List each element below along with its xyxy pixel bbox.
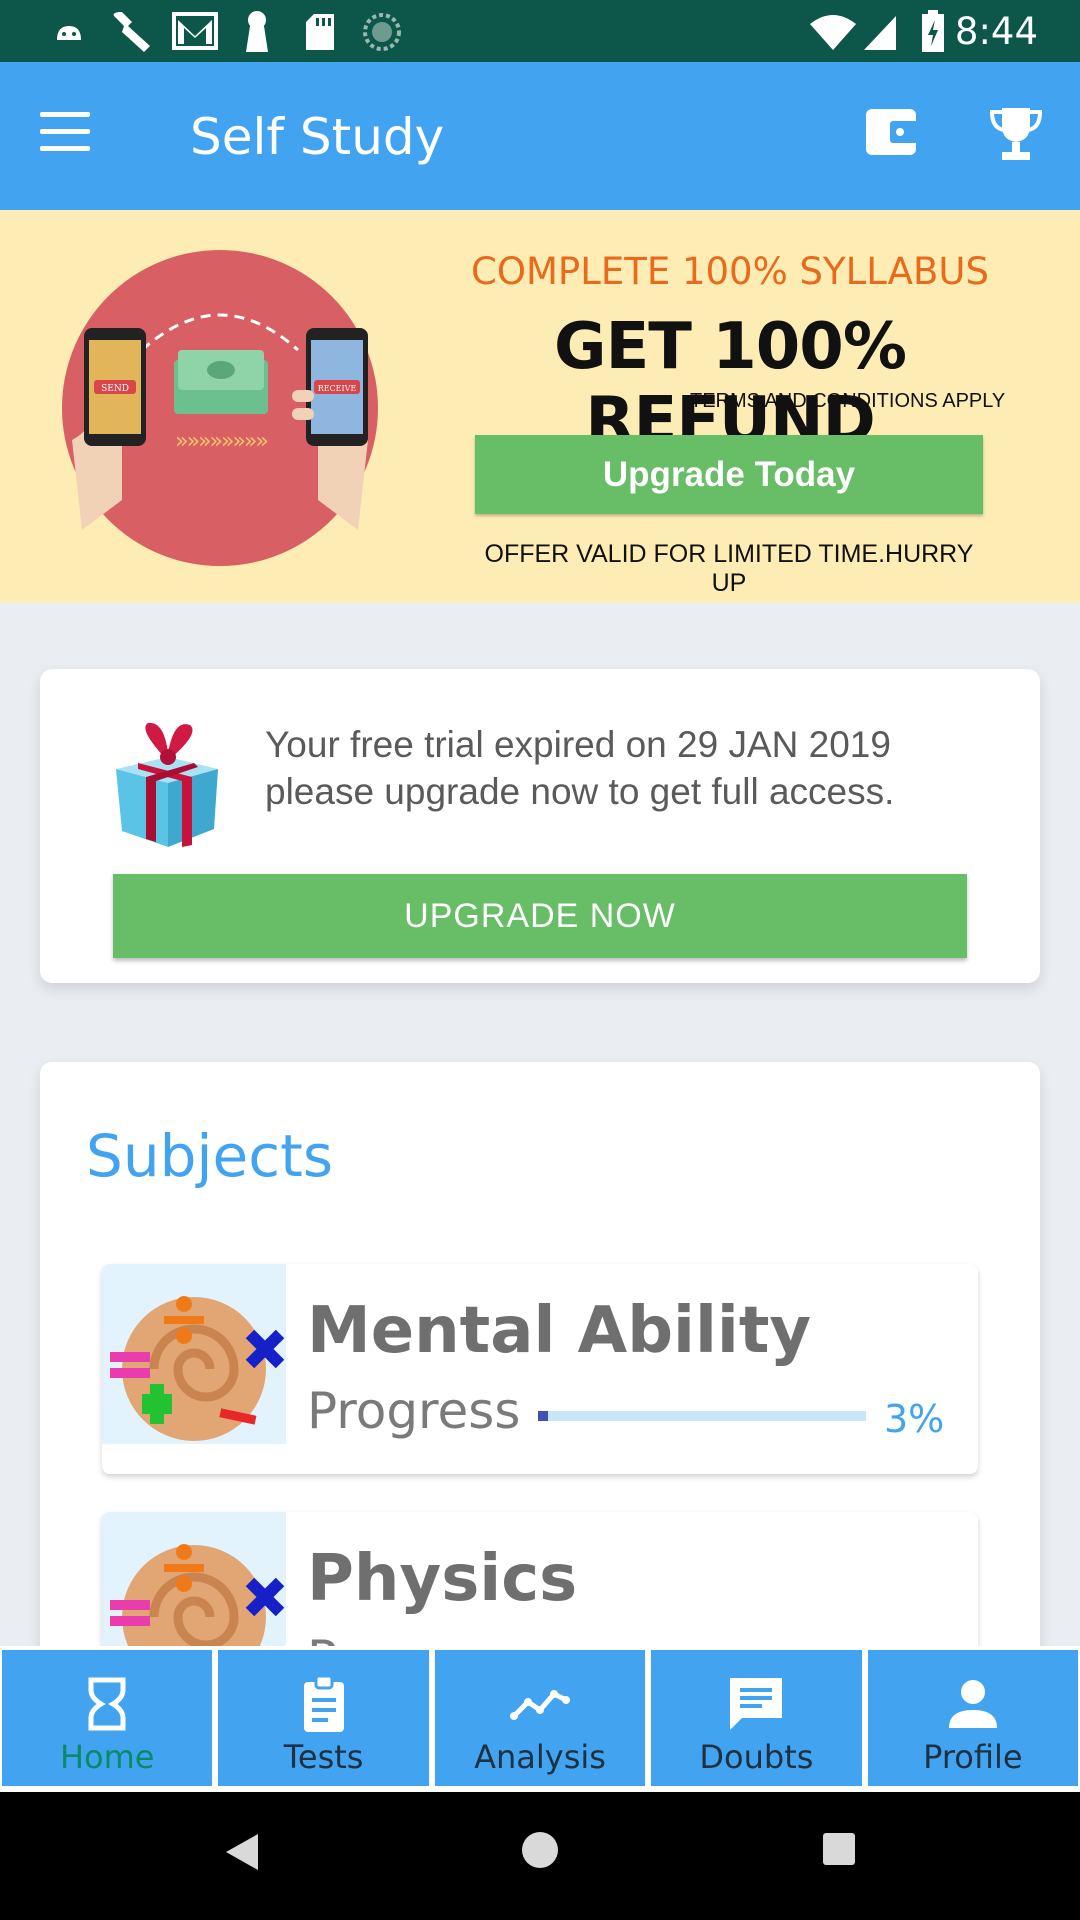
money-transfer-illustration: SEND RECEIVE »»»»»»»» xyxy=(62,250,378,566)
progress-bar xyxy=(538,1411,866,1421)
back-icon[interactable] xyxy=(224,1832,260,1872)
tab-label: Doubts xyxy=(699,1738,814,1776)
recents-icon[interactable] xyxy=(822,1832,856,1866)
gmail-icon xyxy=(172,12,218,50)
send-label: SEND xyxy=(101,384,129,394)
terms-text: TERMS AND CONDITIONS APPLY xyxy=(690,390,1006,412)
wallet-icon[interactable] xyxy=(864,107,918,157)
status-bar: 8:44 xyxy=(0,0,1080,62)
promo-banner[interactable]: SEND RECEIVE »»»»»»»» COMPLETE 100% SYLL… xyxy=(0,210,1080,603)
progress-bar-fill xyxy=(538,1411,548,1421)
tab-analysis[interactable]: Analysis xyxy=(434,1650,646,1786)
subject-name: Mental Ability xyxy=(307,1294,812,1368)
status-time: 8:44 xyxy=(954,10,1038,53)
tab-label: Profile xyxy=(923,1738,1023,1776)
tab-label: Home xyxy=(59,1738,155,1776)
sync-icon xyxy=(363,13,401,51)
math-symbols-icon xyxy=(102,1264,286,1474)
sd-card-icon xyxy=(306,14,334,50)
battery-charging-icon xyxy=(922,10,944,52)
system-navigation-bar xyxy=(0,1792,1080,1920)
tab-label: Tests xyxy=(283,1738,364,1776)
chat-icon xyxy=(730,1678,783,1730)
upgrade-today-button[interactable]: Upgrade Today xyxy=(475,435,983,514)
trial-message: Your free trial expired on 29 JAN 2019 p… xyxy=(265,724,895,812)
wifi-icon xyxy=(810,15,856,50)
upgrade-now-button[interactable]: UPGRADE NOW xyxy=(113,874,967,958)
home-icon[interactable] xyxy=(520,1830,560,1870)
trophy-icon[interactable] xyxy=(990,106,1042,162)
wrench-icon xyxy=(113,12,150,52)
keyhole-icon xyxy=(246,11,268,52)
progress-percent: 3% xyxy=(884,1397,945,1441)
tab-doubts[interactable]: Doubts xyxy=(651,1650,862,1786)
progress-label: Progress xyxy=(307,1382,521,1440)
svg-text:»»»»»»»»: »»»»»»»» xyxy=(175,429,267,454)
app-bar: Self Study xyxy=(0,62,1080,210)
signal-icon xyxy=(864,16,896,50)
subject-thumbnail xyxy=(102,1264,286,1474)
clipboard-icon xyxy=(303,1674,344,1732)
bottom-navigation: Home Tests Analysis Doubts Profile xyxy=(0,1646,1080,1792)
tab-profile[interactable]: Profile xyxy=(867,1650,1079,1786)
hourglass-icon xyxy=(88,1677,126,1731)
promo-headline: COMPLETE 100% SYLLABUS xyxy=(471,250,989,293)
subject-name: Physics xyxy=(307,1542,578,1616)
receive-label: RECEIVE xyxy=(318,384,357,393)
line-chart-icon xyxy=(510,1690,571,1720)
person-icon xyxy=(948,1680,997,1728)
gift-box-icon xyxy=(116,722,218,847)
android-icon xyxy=(57,26,81,40)
tab-tests[interactable]: Tests xyxy=(218,1650,429,1786)
tab-label: Analysis xyxy=(474,1738,606,1776)
hamburger-menu-icon[interactable] xyxy=(40,112,100,160)
trial-expired-card: Your free trial expired on 29 JAN 2019 p… xyxy=(40,669,1040,983)
tab-home[interactable]: Home xyxy=(2,1650,213,1786)
subjects-title: Subjects xyxy=(86,1122,334,1190)
app-title: Self Study xyxy=(190,108,445,166)
offer-text: OFFER VALID FOR LIMITED TIME.HURRY UP xyxy=(484,540,974,597)
subject-item-mental-ability[interactable]: Mental Ability Progress 3% xyxy=(102,1264,978,1474)
